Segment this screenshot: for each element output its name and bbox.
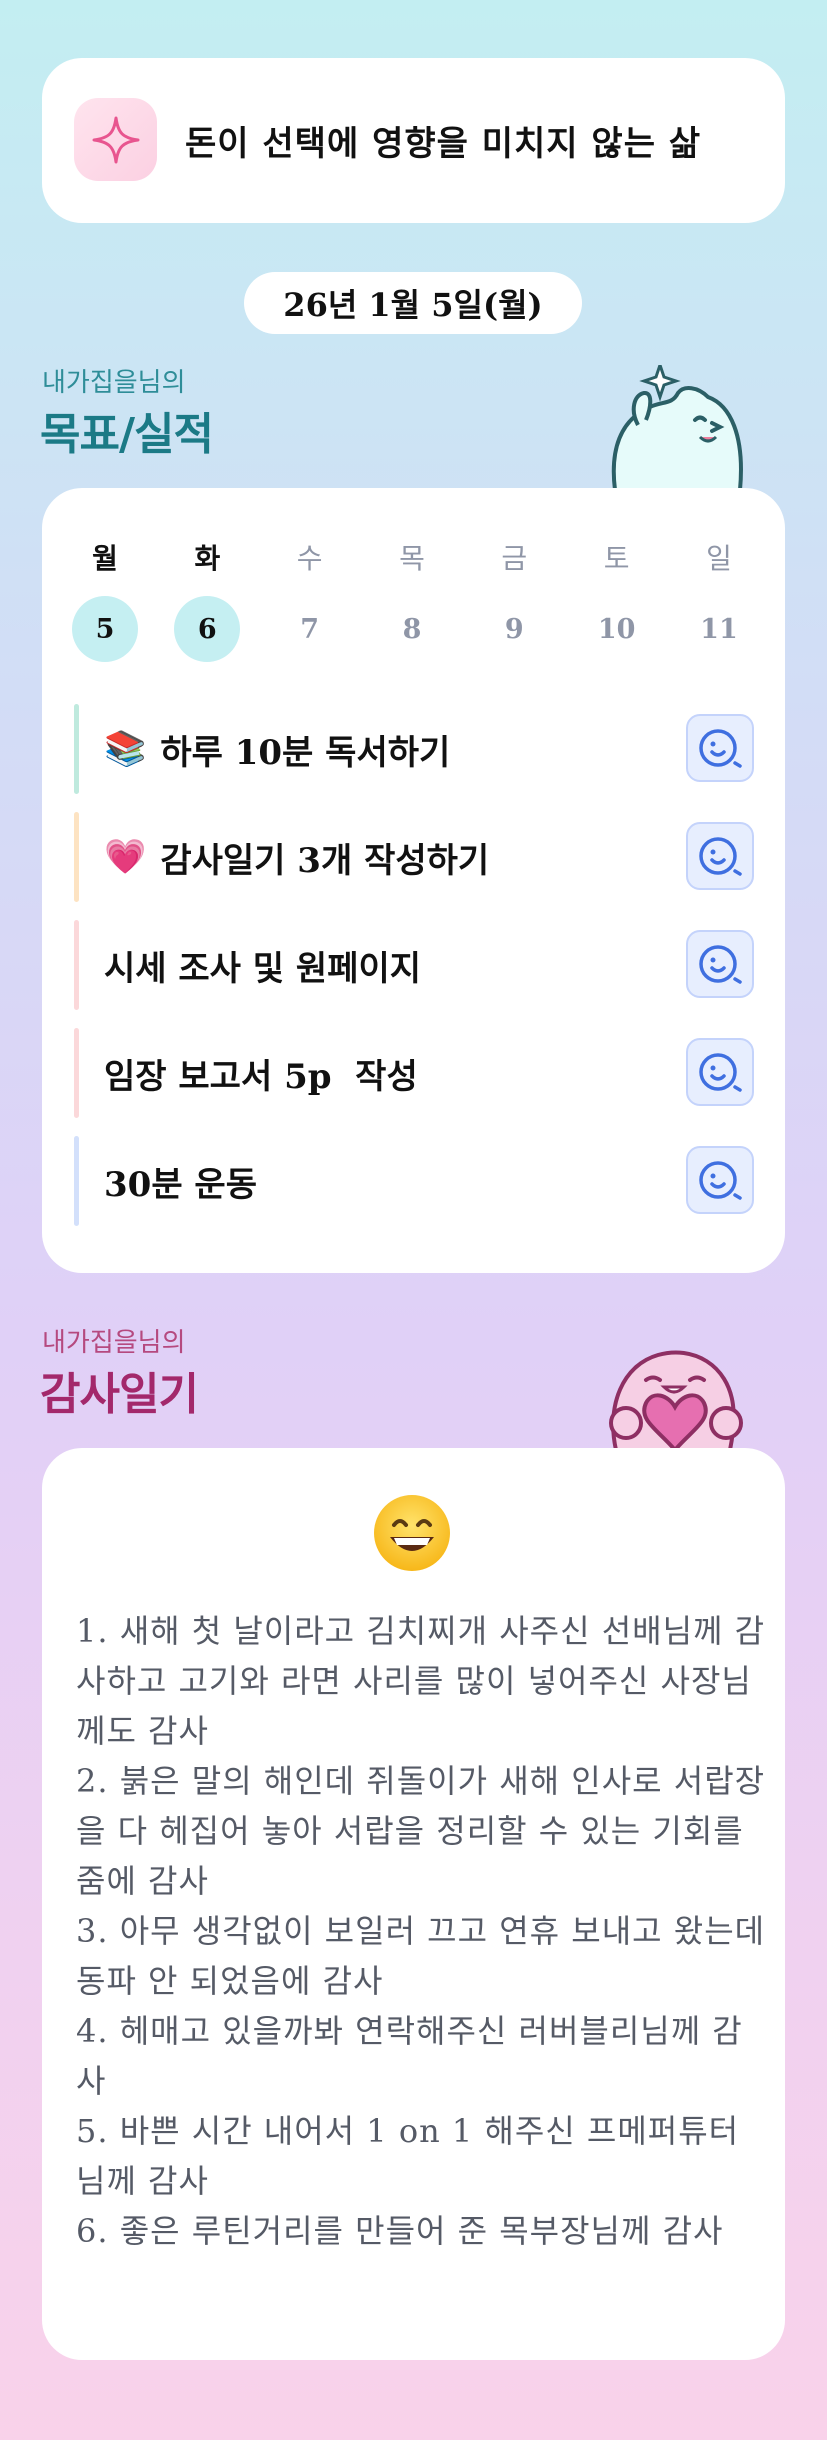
smile-face-icon[interactable] <box>686 1038 754 1106</box>
motto-card: 돈이 선택에 영향을 미치지 않는 삶 <box>42 58 785 223</box>
weekday-label: 목 <box>399 542 425 575</box>
motto-text: 돈이 선택에 영향을 미치지 않는 삶 <box>185 124 702 164</box>
gratitude-section-subtitle: 내가집을님의 <box>42 1328 186 1358</box>
goal-text: 감사일기 3개 작성하기 <box>160 840 490 881</box>
goals-section-subtitle: 내가집을님의 <box>42 368 186 398</box>
heart-mascot-icon <box>598 1325 748 1454</box>
goal-item[interactable]: 💗 감사일기 3개 작성하기 <box>74 812 754 902</box>
date-cell[interactable]: 11 <box>686 596 752 662</box>
gratitude-entry: 2. 붉은 말의 해인데 쥐돌이가 새해 인사로 서랍장을 다 헤집어 놓아 서… <box>76 1762 766 1900</box>
goal-color-bar <box>74 1028 79 1118</box>
grinning-face-icon <box>372 1493 452 1573</box>
date-pill[interactable]: 26년 1월 5일(월) <box>244 272 582 334</box>
goal-item[interactable]: 시세 조사 및 원페이지 <box>74 920 754 1010</box>
weekday-label: 수 <box>296 542 323 575</box>
weekday-label: 화 <box>194 542 221 575</box>
weekday-row: 월 화 수 목 금 토 일 <box>72 524 752 590</box>
goals-section-title: 목표/실적 <box>40 409 214 460</box>
date-cell[interactable]: 8 <box>379 596 445 662</box>
goal-item[interactable]: 📚 하루 10분 독서하기 <box>74 704 754 794</box>
smile-face-icon[interactable] <box>686 822 754 890</box>
gratitude-entry: 4. 헤매고 있을까봐 연락해주신 러버블리님께 감사 <box>76 2012 743 2100</box>
ghost-mascot-icon <box>600 360 750 492</box>
sparkle-icon <box>74 98 157 181</box>
date-cell[interactable]: 9 <box>481 596 547 662</box>
weekday-label: 토 <box>603 542 630 575</box>
date-row: 5 6 7 8 9 10 11 <box>72 596 752 662</box>
date-cell[interactable]: 10 <box>584 596 650 662</box>
goal-text: 30분 운동 <box>104 1164 257 1205</box>
gratitude-entry: 3. 아무 생각없이 보일러 끄고 연휴 보내고 왔는데 동파 안 되었음에 감… <box>76 1912 766 2000</box>
goal-color-bar <box>74 1136 79 1226</box>
gratitude-entry: 5. 바쁜 시간 내어서 1 on 1 해주신 프메퍼튜터님께 감사 <box>76 2112 740 2200</box>
gratitude-card: 1. 새해 첫 날이라고 김치찌개 사주신 선배님께 감사하고 고기와 라면 사… <box>42 1448 785 2360</box>
books-icon: 📚 <box>104 729 147 769</box>
pink-heart-icon: 💗 <box>104 837 147 877</box>
goal-item[interactable]: 임장 보고서 5p 작성 <box>74 1028 754 1118</box>
weekday-label: 일 <box>706 542 732 575</box>
goal-text: 임장 보고서 5p 작성 <box>104 1056 418 1097</box>
goal-item[interactable]: 30분 운동 <box>74 1136 754 1226</box>
goal-color-bar <box>74 704 79 794</box>
gratitude-entry: 6. 좋은 루틴거리를 만들어 준 목부장님께 감사 <box>76 2212 724 2250</box>
gratitude-entries: 1. 새해 첫 날이라고 김치찌개 사주신 선배님께 감사하고 고기와 라면 사… <box>76 1606 766 2256</box>
weekday-label: 월 <box>92 542 118 575</box>
goals-card: 월 화 수 목 금 토 일 5 6 7 8 9 10 11 📚 하루 10분 독… <box>42 488 785 1273</box>
smile-face-icon[interactable] <box>686 714 754 782</box>
goal-color-bar <box>74 920 79 1010</box>
gratitude-entry: 1. 새해 첫 날이라고 김치찌개 사주신 선배님께 감사하고 고기와 라면 사… <box>76 1612 766 1750</box>
date-cell[interactable]: 7 <box>277 596 343 662</box>
goal-text: 시세 조사 및 원페이지 <box>104 948 422 989</box>
smile-face-icon[interactable] <box>686 930 754 998</box>
gratitude-section-title: 감사일기 <box>40 1369 199 1420</box>
smile-face-icon[interactable] <box>686 1146 754 1214</box>
date-cell[interactable]: 6 <box>174 596 241 662</box>
date-cell[interactable]: 5 <box>72 596 138 662</box>
weekday-label: 금 <box>501 542 528 575</box>
goal-color-bar <box>74 812 79 902</box>
goal-text: 하루 10분 독서하기 <box>160 732 451 773</box>
